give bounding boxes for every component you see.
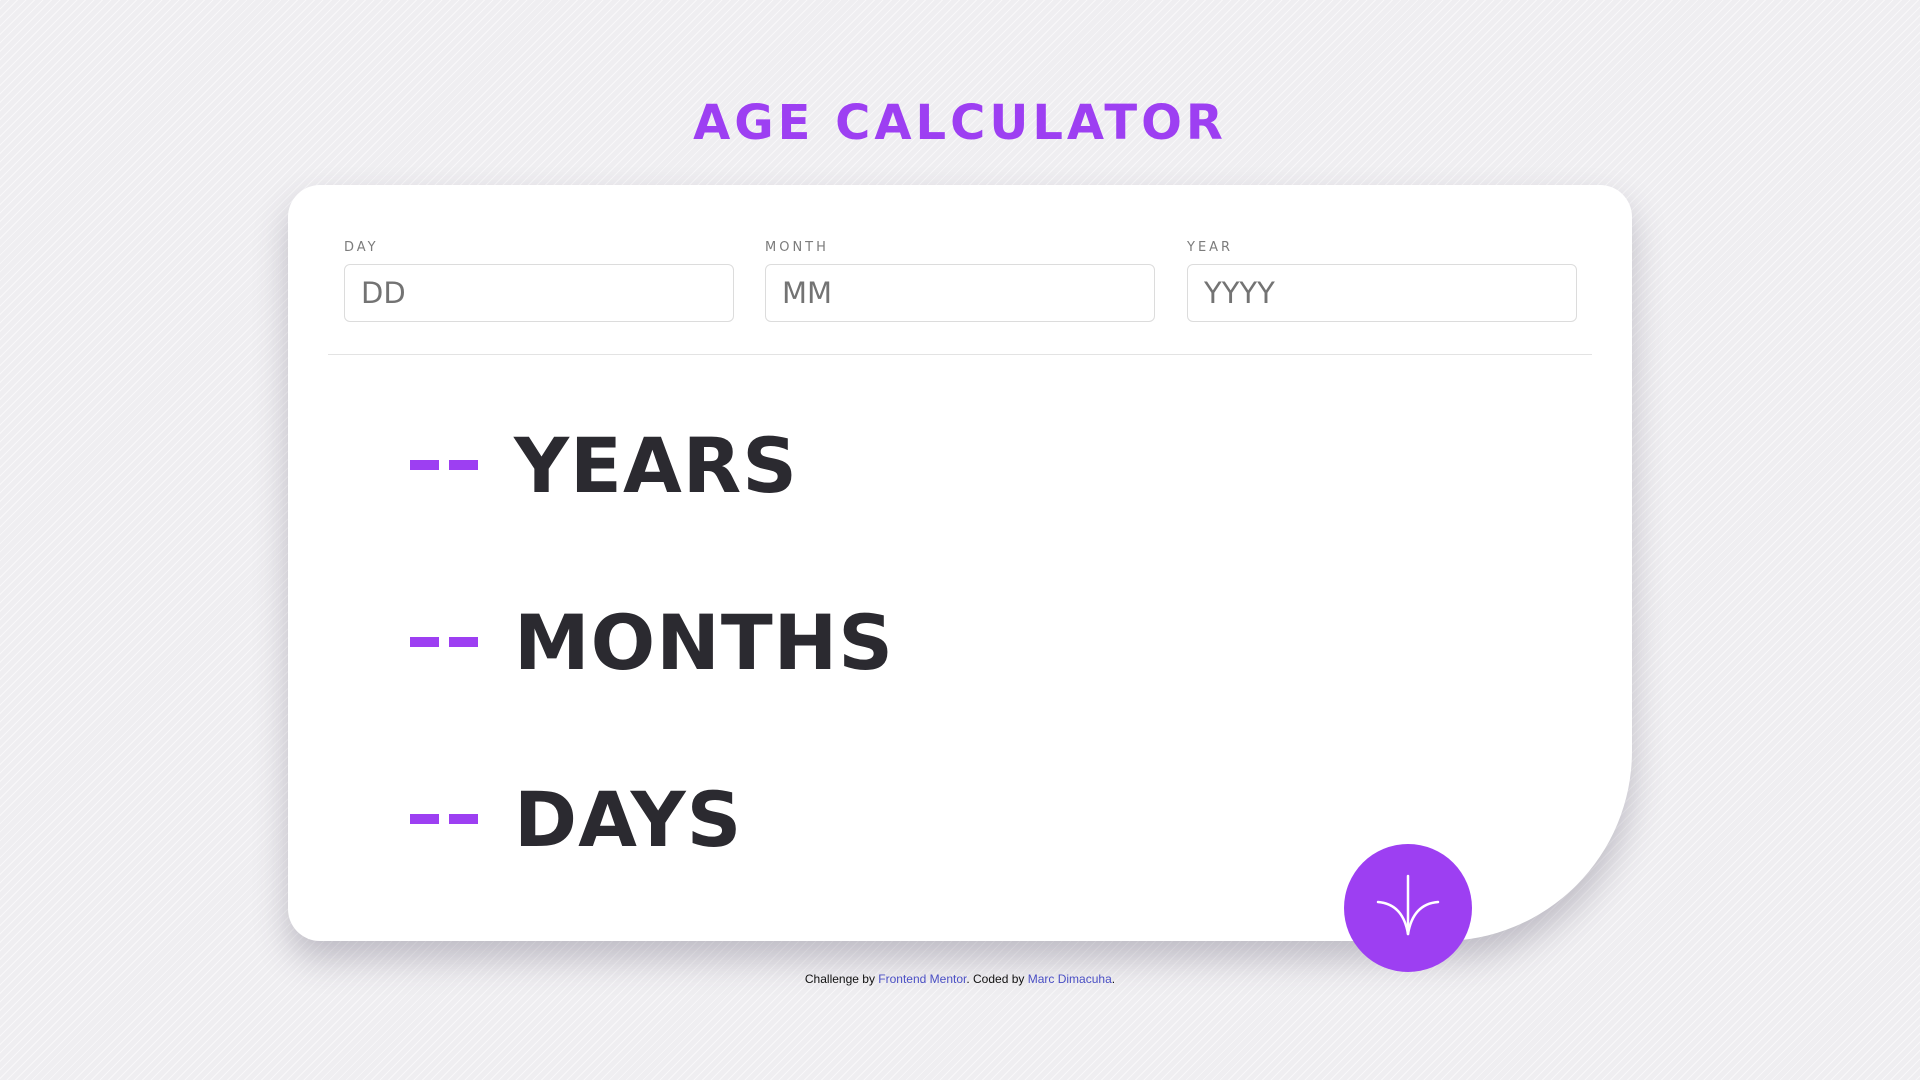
calculator-card: DAY MONTH YEAR YEARS MONTHS DAYS (288, 185, 1632, 941)
frontend-mentor-link[interactable]: Frontend Mentor (878, 972, 966, 986)
day-field: DAY (344, 240, 734, 322)
days-label: DAYS (514, 774, 743, 864)
dash (449, 814, 478, 824)
result-days: DAYS (410, 774, 742, 864)
years-value (410, 460, 514, 470)
dash (410, 814, 439, 824)
dash (449, 637, 478, 647)
days-value (410, 814, 514, 824)
result-years: YEARS (410, 420, 798, 510)
month-field: MONTH (765, 240, 1155, 322)
months-label: MONTHS (514, 597, 895, 687)
arrow-down-icon (1375, 874, 1441, 943)
attribution-middle: . Coded by (966, 972, 1028, 986)
day-input[interactable] (344, 264, 734, 322)
year-field: YEAR (1187, 240, 1577, 322)
attribution-suffix: . (1111, 972, 1116, 986)
divider (328, 354, 1592, 355)
dash (410, 460, 439, 470)
attribution-prefix: Challenge by (804, 972, 879, 986)
month-input[interactable] (765, 264, 1155, 322)
author-link[interactable]: Marc Dimacuha (1028, 972, 1112, 986)
attribution: Challenge by Frontend Mentor. Coded by M… (0, 972, 1920, 986)
page-title: AGE CALCULATOR (693, 95, 1227, 151)
result-months: MONTHS (410, 597, 894, 687)
dash (410, 637, 439, 647)
submit-button[interactable] (1344, 844, 1472, 972)
year-input[interactable] (1187, 264, 1577, 322)
months-value (410, 637, 514, 647)
day-label: DAY (344, 240, 379, 255)
year-label: YEAR (1187, 240, 1234, 255)
dash (449, 460, 478, 470)
years-label: YEARS (514, 420, 799, 510)
month-label: MONTH (765, 240, 829, 255)
